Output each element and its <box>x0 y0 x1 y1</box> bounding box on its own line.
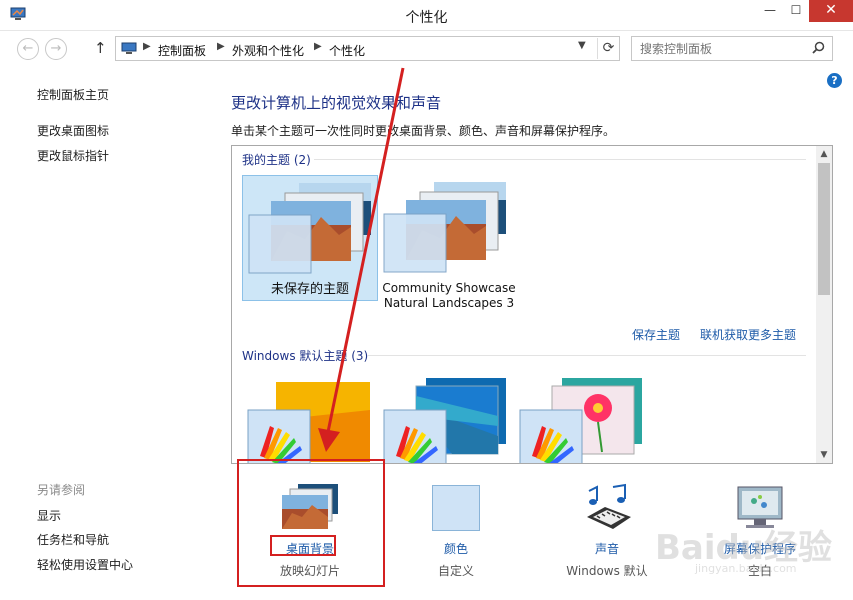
color-setting[interactable]: 颜色 自定义 <box>396 480 516 580</box>
search-icon[interactable] <box>812 41 825 54</box>
sound-value: Windows 默认 <box>566 564 648 578</box>
baidu-watermark-logo: Baidu经验 jingyan.baidu.com <box>655 520 845 580</box>
help-icon[interactable]: ? <box>827 73 842 88</box>
sidebar-link-home[interactable]: 控制面板主页 <box>37 86 109 103</box>
forward-button[interactable]: → <box>45 38 67 60</box>
sidebar-link-desktop-icons[interactable]: 更改桌面图标 <box>37 122 109 139</box>
see-also-heading: 另请参阅 <box>37 483 86 497</box>
sidebar-link-mouse-pointer[interactable]: 更改鼠标指针 <box>37 147 109 164</box>
watermark-url: jingyan.baidu.com <box>695 562 797 575</box>
control-panel-icon <box>121 42 137 54</box>
close-button[interactable]: ✕ <box>809 0 853 22</box>
search-input[interactable] <box>631 36 833 61</box>
get-more-themes-link[interactable]: 联机获取更多主题 <box>700 326 796 343</box>
refresh-button[interactable]: ⟳ <box>597 38 619 59</box>
chevron-right-icon: ▶ <box>143 41 151 52</box>
navigation-bar: ← → ↑ ▶ 控制面板 ▶ 外观和个性化 ▶ 个性化 ▼ ⟳ <box>0 35 853 63</box>
sidebar-link-display[interactable]: 显示 <box>37 507 61 524</box>
minimize-button[interactable]: — <box>757 0 783 22</box>
arrow-up-icon: ↑ <box>94 39 107 57</box>
sound-setting[interactable]: 声音 Windows 默认 <box>547 480 667 580</box>
group-label-my-themes: 我的主题 (2) <box>242 153 311 167</box>
chevron-down-icon[interactable]: ▼ <box>578 40 586 51</box>
sound-label[interactable]: 声音 <box>547 540 667 557</box>
vertical-scrollbar[interactable]: ▲ ▼ <box>816 146 832 463</box>
breadcrumb-control-panel[interactable]: 控制面板 <box>158 42 206 59</box>
window-title: 个性化 <box>405 10 448 26</box>
sidebar-link-ease-of-access[interactable]: 轻松使用设置中心 <box>37 556 133 573</box>
color-swatch-icon <box>432 485 480 531</box>
back-button[interactable]: ← <box>17 38 39 60</box>
up-button[interactable]: ↑ <box>94 39 107 57</box>
breadcrumb-personalization[interactable]: 个性化 <box>329 42 365 59</box>
annotation-arrow <box>318 67 405 452</box>
scroll-thumb[interactable] <box>818 163 830 295</box>
highlight-box-label <box>270 535 336 556</box>
color-value: 自定义 <box>437 564 474 578</box>
scroll-up-icon[interactable]: ▲ <box>816 146 832 162</box>
save-theme-link[interactable]: 保存主题 <box>632 326 680 343</box>
breadcrumb-appearance[interactable]: 外观和个性化 <box>232 42 304 59</box>
address-bar[interactable]: ▶ 控制面板 ▶ 外观和个性化 ▶ 个性化 ▼ ⟳ <box>115 36 620 61</box>
sound-icon <box>587 483 631 529</box>
maximize-button[interactable]: ☐ <box>783 0 809 22</box>
highlight-box <box>237 459 385 587</box>
scroll-down-icon[interactable]: ▼ <box>816 447 832 463</box>
theme-flowers[interactable] <box>518 376 644 464</box>
chevron-right-icon[interactable]: ▶ <box>314 41 322 52</box>
chevron-right-icon[interactable]: ▶ <box>217 41 225 52</box>
sidebar-link-taskbar[interactable]: 任务栏和导航 <box>37 531 109 548</box>
page-description: 单击某个主题可一次性同时更改桌面背景、颜色、声音和屏幕保护程序。 <box>231 124 616 138</box>
color-label[interactable]: 颜色 <box>396 540 516 557</box>
arrow-right-icon: → <box>50 41 62 56</box>
group-divider <box>368 355 806 356</box>
arrow-left-icon: ← <box>22 41 34 56</box>
title-bar: 个性化 — ☐ ✕ <box>0 0 853 31</box>
refresh-icon: ⟳ <box>602 40 615 56</box>
